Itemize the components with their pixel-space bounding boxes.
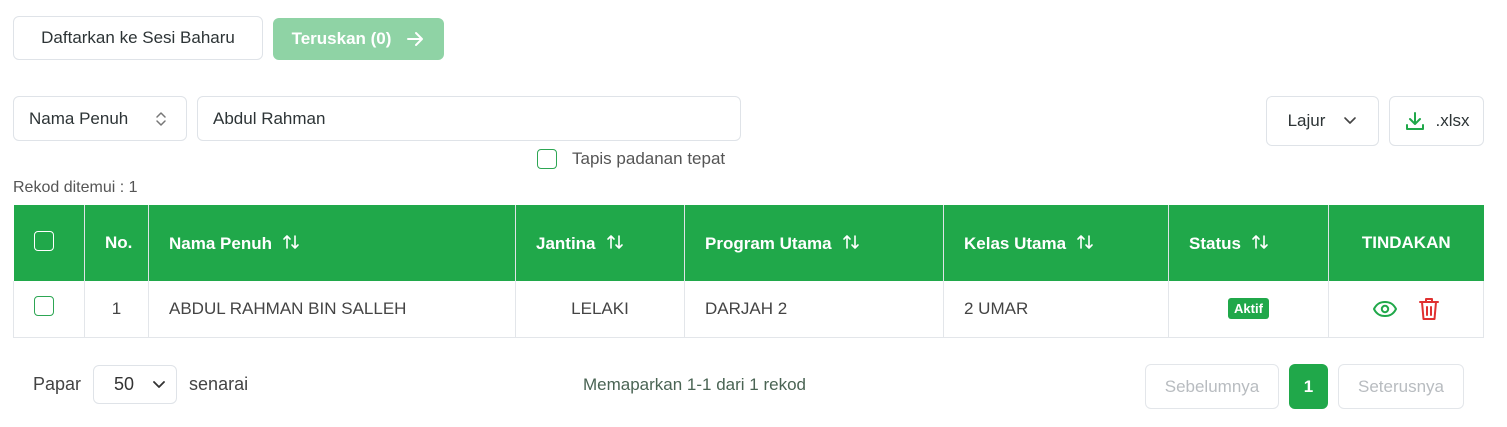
row-program: DARJAH 2 [684,281,944,338]
header-class[interactable]: Kelas Utama [943,205,1169,281]
header-program[interactable]: Program Utama [684,205,944,281]
search-input[interactable] [197,96,741,141]
table-footer: Papar 50 senarai Memaparkan 1-1 dari 1 r… [0,362,1507,412]
export-label: .xlsx [1435,111,1470,130]
header-class-label: Kelas Utama [964,233,1067,253]
row-gender: LELAKI [515,281,685,338]
sort-icon [606,234,623,249]
row-actions [1328,281,1484,338]
header-gender-label: Jantina [536,233,596,253]
select-all-cell [13,205,85,281]
arrow-right-icon [407,32,424,46]
field-select-value: Nama Penuh [29,108,129,128]
header-status-label: Status [1189,233,1241,253]
row-select-checkbox[interactable] [34,296,54,317]
exact-match-label: Tapis padanan tepat [572,149,726,168]
header-gender[interactable]: Jantina [515,205,685,281]
table-header-row: No. Nama Penuh Jantina Program Utama Kel… [13,205,1484,281]
row-name: ABDUL RAHMAN BIN SALLEH [148,281,516,338]
row-select-cell [13,281,85,338]
page-size-value: 50 [114,374,135,394]
row-class: 2 UMAR [943,281,1169,338]
trash-icon[interactable] [1418,296,1440,322]
columns-label: Lajur [1287,111,1326,130]
header-name-label: Nama Penuh [169,233,272,253]
exact-match-checkbox[interactable] [537,149,557,169]
sort-icon [1077,234,1093,249]
header-no: No. [84,205,149,281]
header-name[interactable]: Nama Penuh [148,205,516,281]
chevron-updown-icon [156,112,166,126]
previous-page-button[interactable]: Sebelumnya [1145,364,1279,409]
page-size-select[interactable]: 50 [93,365,178,404]
eye-icon[interactable] [1372,299,1398,319]
page-size-control: Papar 50 senarai [33,365,248,404]
register-new-session-label: Daftarkan ke Sesi Baharu [41,28,235,47]
sort-icon [283,234,299,249]
download-icon [1405,112,1424,130]
header-status[interactable]: Status [1168,205,1329,281]
sort-icon [842,234,859,249]
row-status-cell: Aktif [1168,281,1329,338]
status-badge: Aktif [1228,298,1269,320]
forward-button[interactable]: Teruskan (0) [273,18,444,60]
list-label: senarai [189,374,249,394]
next-page-button[interactable]: Seterusnya [1338,364,1464,409]
header-no-label: No. [105,233,133,252]
showing-info: Memaparkan 1-1 dari 1 rekod [583,375,807,394]
forward-label: Teruskan (0) [291,29,392,48]
register-new-session-button[interactable]: Daftarkan ke Sesi Baharu [13,16,263,60]
sort-icon [1252,234,1268,249]
chevron-down-icon [1344,117,1357,124]
page-number-button[interactable]: 1 [1289,364,1328,409]
header-actions: TINDAKAN [1329,205,1484,281]
export-xlsx-button[interactable]: .xlsx [1389,96,1484,146]
students-table: No. Nama Penuh Jantina Program Utama Kel… [13,205,1484,338]
table-row: 1 ABDUL RAHMAN BIN SALLEH LELAKI DARJAH … [13,281,1484,338]
exact-match-filter[interactable]: Tapis padanan tepat [537,149,725,169]
header-actions-label: TINDAKAN [1361,233,1451,252]
row-no: 1 [84,281,149,338]
show-label: Papar [33,374,82,394]
chevron-down-icon [153,380,165,388]
record-count: Rekod ditemui : 1 [13,179,138,196]
header-program-label: Program Utama [705,233,832,253]
select-all-checkbox[interactable] [33,230,54,251]
columns-dropdown-button[interactable]: Lajur [1266,96,1379,146]
field-select[interactable]: Nama Penuh [13,96,187,141]
